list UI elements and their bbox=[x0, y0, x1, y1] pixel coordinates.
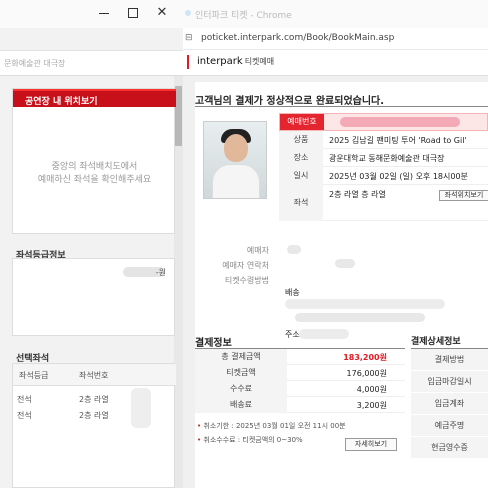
booking-complete-card: 고객님의 결제가 정상적으로 완료되었습니다. 예매번호 상품 2025 김남길… bbox=[195, 82, 488, 488]
payment-row: 티켓금액 176,000원 bbox=[195, 365, 405, 381]
booking-number-row: 예매번호 bbox=[279, 113, 488, 131]
payment-label: 티켓금액 bbox=[195, 365, 287, 381]
booking-number-label: 예매번호 bbox=[280, 114, 324, 130]
booking-browser-window: 인터파크 티켓 - Chrome ⊟ poticket.interpark.co… bbox=[183, 0, 488, 488]
info-row-datetime: 일시 2025년 03월 02일 (일) 오후 18시00분 bbox=[279, 167, 488, 185]
info-row-venue: 장소 광운대학교 동해문화예술관 대극장 bbox=[279, 149, 488, 167]
payment-row-total: 총 결제금액 183,200원 bbox=[195, 349, 405, 365]
address-bar[interactable]: ⊟ poticket.interpark.com/Book/BookMain.a… bbox=[183, 28, 488, 50]
browser-title-bar: 인터파크 티켓 - Chrome bbox=[183, 0, 488, 28]
column-header: 좌석등급 bbox=[19, 371, 49, 380]
venue-header: 문화예술관 대극장 bbox=[0, 50, 183, 76]
buyer-label: 티켓수령방법 bbox=[224, 276, 269, 285]
minimize-button[interactable] bbox=[98, 7, 110, 19]
scrollbar[interactable] bbox=[174, 76, 183, 488]
blurred-delivery-info bbox=[285, 299, 445, 309]
payment-row: 수수료 4,000원 bbox=[195, 381, 405, 397]
seat-number-cell: 2층 라열 bbox=[79, 411, 109, 420]
fee-detail-button[interactable]: 자세히보기 bbox=[345, 438, 397, 451]
site-header: interpark 티켓예매 bbox=[183, 50, 488, 76]
payment-label: 수수료 bbox=[195, 381, 287, 397]
info-row-product: 상품 2025 김남길 팬미팅 투어 'Road to Gil' bbox=[279, 131, 488, 149]
scrollbar-thumb[interactable] bbox=[175, 86, 182, 146]
seat-grade-cell: 전석 bbox=[17, 411, 32, 420]
seat-grade-cell: 전석 bbox=[17, 395, 32, 404]
seat-location-button[interactable]: 좌석위치보기 bbox=[439, 190, 488, 201]
payment-value: 183,200원 bbox=[343, 353, 387, 362]
selected-seats-table: 좌석등급 좌석번호 전석 2층 라열 전석 2층 라열 bbox=[12, 363, 176, 488]
table-header: 좌석등급 좌석번호 bbox=[13, 364, 176, 386]
seat-grade-box: -원 bbox=[12, 258, 175, 336]
payment-row: 배송료 3,200원 bbox=[195, 397, 405, 413]
payment-detail-item: 입금계좌 bbox=[411, 393, 488, 415]
blurred-buyer-name bbox=[287, 245, 301, 254]
venue-name: 문화예술관 대극장 bbox=[4, 59, 66, 68]
info-value: 광운대학교 동해문화예술관 대극장 bbox=[329, 154, 445, 163]
delivery-method: 배송 bbox=[285, 288, 300, 297]
page-info-icon[interactable]: ⊟ bbox=[185, 33, 195, 44]
completion-message: 고객님의 결제가 정상적으로 완료되었습니다. bbox=[195, 96, 385, 107]
blurred-booking-number bbox=[340, 117, 460, 127]
buyer-label: 예매자 연락처 bbox=[222, 261, 269, 270]
payment-info-table: 총 결제금액 183,200원 티켓금액 176,000원 수수료 4,000원… bbox=[195, 348, 405, 444]
logo-mark-icon bbox=[187, 55, 189, 69]
info-label: 좌석 bbox=[279, 185, 323, 221]
info-value: 2025 김남길 팬미팅 투어 'Road to Gil' bbox=[329, 136, 467, 145]
grade-price: -원 bbox=[155, 268, 166, 277]
window-title-bar: ✕ bbox=[0, 0, 183, 28]
cancel-deadline-note: • 취소기한 : 2025년 03월 01일 오전 11시 00분 bbox=[197, 422, 346, 430]
payment-detail-title: 결제상세정보 bbox=[411, 337, 461, 347]
seat-map-message-line: 중앙의 좌석배치도에서 bbox=[51, 162, 138, 172]
info-label: 상품 bbox=[279, 131, 323, 149]
maximize-button[interactable] bbox=[128, 8, 138, 18]
info-value: 2025년 03월 02일 (일) 오후 18시00분 bbox=[329, 172, 468, 181]
address-url[interactable]: poticket.interpark.com/Book/BookMain.asp bbox=[201, 33, 394, 43]
info-label: 일시 bbox=[279, 167, 323, 185]
payment-detail-item: 예금주명 bbox=[411, 415, 488, 437]
seat-popup-window: ✕ 문화예술관 대극장 공연장 내 위치보기 중앙의 좌석배치도에서 예매하신 … bbox=[0, 0, 183, 488]
info-value: 2층 라열 층 라열 bbox=[329, 190, 386, 199]
payment-value: 3,200원 bbox=[356, 401, 387, 410]
blurred-address bbox=[299, 329, 349, 339]
tab-seat-location[interactable]: 공연장 내 위치보기 bbox=[13, 89, 176, 107]
payment-info-title: 결제정보 bbox=[195, 338, 232, 349]
seat-map-message: 중앙의 좌석배치도에서 예매하신 좌석을 확인해주세요 bbox=[13, 161, 176, 187]
seat-map-panel: 공연장 내 위치보기 중앙의 좌석배치도에서 예매하신 좌석을 확인해주세요 bbox=[12, 88, 176, 234]
seat-number-cell: 2층 라열 bbox=[79, 395, 109, 404]
content-area: 고객님의 결제가 정상적으로 완료되었습니다. 예매번호 상품 2025 김남길… bbox=[183, 76, 488, 488]
column-header: 좌석번호 bbox=[79, 371, 109, 380]
booking-info-section: 예매번호 상품 2025 김남길 팬미팅 투어 'Road to Gil' 장소… bbox=[195, 106, 488, 339]
blurred-buyer-phone bbox=[335, 259, 355, 268]
info-label: 장소 bbox=[279, 149, 323, 167]
payment-detail-item: 결제방법 bbox=[411, 349, 488, 371]
address-label: 주소 bbox=[285, 330, 300, 339]
cancel-fee-note: • 취소수수료 : 티켓금액의 0~30% bbox=[197, 436, 303, 444]
tab-label: 공연장 내 위치보기 bbox=[25, 97, 98, 107]
interpark-logo[interactable]: interpark 티켓예매 bbox=[197, 56, 274, 67]
payment-detail-item: 입금마감일시 bbox=[411, 371, 488, 393]
payment-detail-list: 결제방법 입금마감일시 입금계좌 예금주명 현금영수증 bbox=[411, 348, 488, 459]
seat-map-message-line: 예매하신 좌석을 확인해주세요 bbox=[37, 175, 152, 185]
close-button[interactable]: ✕ bbox=[156, 6, 168, 19]
info-row-seat: 좌석 2층 라열 층 라열 좌석위치보기 bbox=[279, 185, 488, 221]
window-title: 인터파크 티켓 - Chrome bbox=[195, 11, 292, 21]
payment-value: 4,000원 bbox=[356, 385, 387, 394]
blurred-seat-number bbox=[131, 388, 151, 428]
booking-info-table: 예매번호 상품 2025 김남길 팬미팅 투어 'Road to Gil' 장소… bbox=[279, 113, 488, 235]
payment-label: 배송료 bbox=[195, 397, 287, 413]
favicon-icon bbox=[185, 10, 191, 16]
buyer-label: 예매자 bbox=[246, 246, 269, 255]
payment-detail-item: 현금영수증 bbox=[411, 437, 488, 459]
show-poster bbox=[203, 121, 267, 199]
payment-label: 총 결제금액 bbox=[195, 349, 287, 365]
blurred-delivery-info bbox=[295, 313, 425, 322]
payment-value: 176,000원 bbox=[346, 369, 387, 378]
